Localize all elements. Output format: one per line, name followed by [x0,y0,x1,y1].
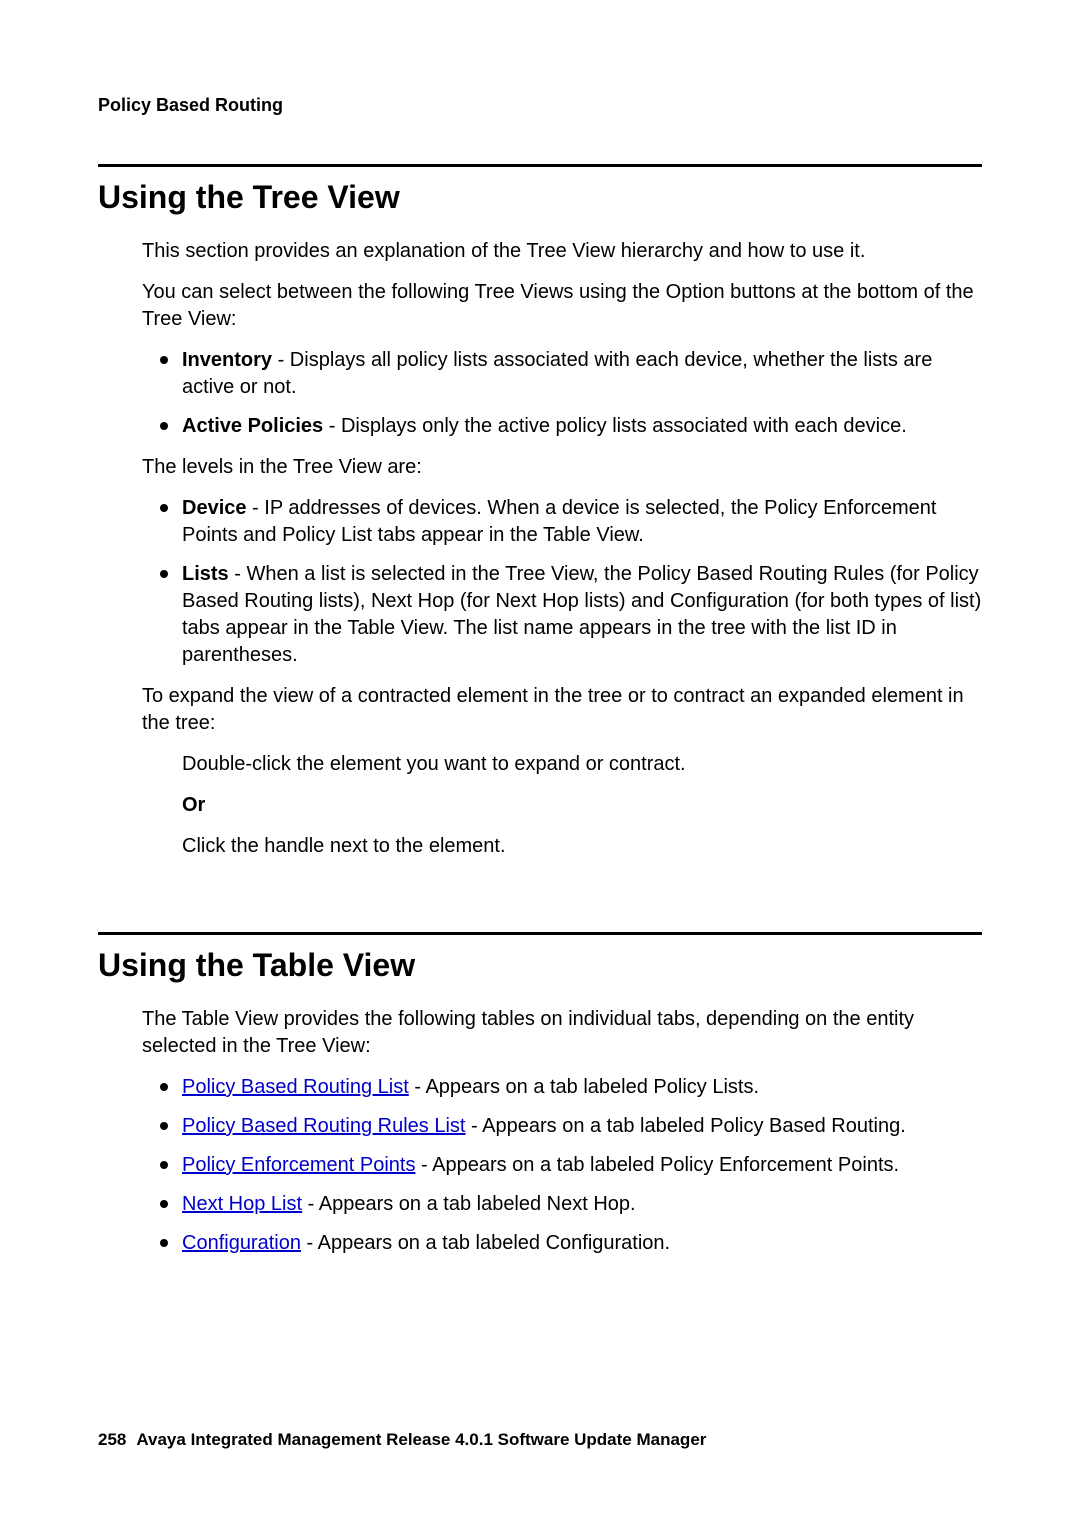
section1-body: This section provides an explanation of … [98,238,982,860]
para: Double-click the element you want to exp… [182,751,982,778]
term: Lists [182,563,229,585]
link-policy-enforcement-points[interactable]: Policy Enforcement Points [182,1154,415,1176]
para: This section provides an explanation of … [142,238,982,265]
list-item: Device - IP addresses of devices. When a… [142,495,982,549]
para: Click the handle next to the element. [182,833,982,860]
link-pbr-list[interactable]: Policy Based Routing List [182,1076,409,1098]
para: The levels in the Tree View are: [142,454,982,481]
desc: - Displays only the active policy lists … [323,415,907,437]
link-next-hop-list[interactable]: Next Hop List [182,1193,302,1215]
list-item: Inventory - Displays all policy lists as… [142,347,982,401]
term: Active Policies [182,415,323,437]
section1-heading: Using the Tree View [98,179,982,216]
desc: - Appears on a tab labeled Policy Lists. [409,1076,759,1098]
expand-instructions: Double-click the element you want to exp… [142,751,982,860]
or-label: Or [182,792,982,819]
list-item: Active Policies - Displays only the acti… [142,413,982,440]
section2-body: The Table View provides the following ta… [98,1006,982,1257]
link-pbr-rules-list[interactable]: Policy Based Routing Rules List [182,1115,465,1137]
list-item: Policy Based Routing List - Appears on a… [142,1074,982,1101]
tree-view-options-list: Inventory - Displays all policy lists as… [142,347,982,440]
link-configuration[interactable]: Configuration [182,1232,301,1254]
term: Inventory [182,349,272,371]
page-footer: 258 Avaya Integrated Management Release 4… [98,1430,706,1450]
desc: - Appears on a tab labeled Policy Enforc… [415,1154,899,1176]
para: To expand the view of a contracted eleme… [142,683,982,737]
list-item: Policy Based Routing Rules List - Appear… [142,1113,982,1140]
section2-heading: Using the Table View [98,947,982,984]
running-head: Policy Based Routing [98,95,982,116]
list-item: Lists - When a list is selected in the T… [142,561,982,669]
section-rule [98,932,982,935]
desc: - Appears on a tab labeled Policy Based … [465,1115,905,1137]
desc: - Appears on a tab labeled Configuration… [301,1232,670,1254]
para: You can select between the following Tre… [142,279,982,333]
desc: - Appears on a tab labeled Next Hop. [302,1193,636,1215]
desc: - Displays all policy lists associated w… [182,349,932,398]
footer-text: Avaya Integrated Management Release 4.0.… [136,1430,706,1449]
para: The Table View provides the following ta… [142,1006,982,1060]
list-item: Next Hop List - Appears on a tab labeled… [142,1191,982,1218]
page: Policy Based Routing Using the Tree View… [0,0,1080,1257]
tree-view-levels-list: Device - IP addresses of devices. When a… [142,495,982,669]
list-item: Policy Enforcement Points - Appears on a… [142,1152,982,1179]
term: Device [182,497,247,519]
desc: - When a list is selected in the Tree Vi… [182,563,981,666]
section-rule [98,164,982,167]
table-view-list: Policy Based Routing List - Appears on a… [142,1074,982,1257]
page-number: 258 [98,1430,126,1449]
desc: - IP addresses of devices. When a device… [182,497,936,546]
list-item: Configuration - Appears on a tab labeled… [142,1230,982,1257]
